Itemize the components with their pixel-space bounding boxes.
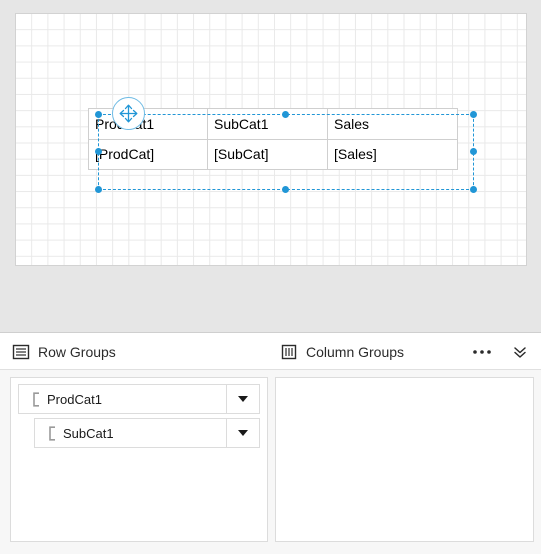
group-bracket-icon [27,391,45,407]
groups-pane: Row Groups Column Groups ProdCat1 SubCat… [0,332,541,554]
column-groups-title: Column Groups [306,343,405,360]
row-group-item-label: ProdCat1 [47,392,102,406]
row-groups-icon [12,344,30,359]
row-groups-title: Row Groups [38,343,116,360]
table-detail-cell[interactable]: [Sales] [328,140,457,170]
row-group-item-label: SubCat1 [63,426,114,440]
move-cross-icon [119,104,138,123]
more-options-button[interactable] [471,341,493,363]
expand-collapse-button[interactable] [509,341,531,363]
row-group-item-dropdown[interactable] [226,419,259,447]
groups-pane-body: ProdCat1 SubCat1 [0,370,541,555]
report-canvas[interactable]: ProdCat1 SubCat1 Sales [ProdCat] [SubCat… [15,13,527,266]
row-group-item-dropdown[interactable] [226,385,259,413]
table-header-cell[interactable]: ProdCat1 [89,109,208,139]
table-detail-cell[interactable]: [SubCat] [208,139,328,169]
column-groups-icon [281,344,297,359]
table-row[interactable]: [ProdCat] [SubCat] [Sales] [89,139,457,170]
table-header-cell[interactable]: SubCat1 [208,109,328,139]
groups-header-actions [471,333,531,370]
group-bracket-icon [43,425,61,441]
report-design-surface[interactable]: ProdCat1 SubCat1 Sales [ProdCat] [SubCat… [0,0,541,332]
ellipsis-icon [473,349,491,354]
chevron-down-icon [238,396,248,402]
move-handle[interactable] [112,97,145,130]
chevron-down-icon [238,430,248,436]
groups-pane-header: Row Groups Column Groups [0,333,541,370]
table-header-cell[interactable]: Sales [328,109,457,139]
row-group-item[interactable]: SubCat1 [34,418,260,448]
row-groups-panel[interactable]: ProdCat1 SubCat1 [10,377,268,542]
row-group-item[interactable]: ProdCat1 [18,384,260,414]
column-groups-header: Column Groups [280,333,404,370]
row-groups-header: Row Groups [12,333,116,370]
table-detail-cell[interactable]: [ProdCat] [89,139,208,169]
double-chevron-down-icon [514,346,526,358]
column-groups-panel[interactable] [275,377,534,542]
